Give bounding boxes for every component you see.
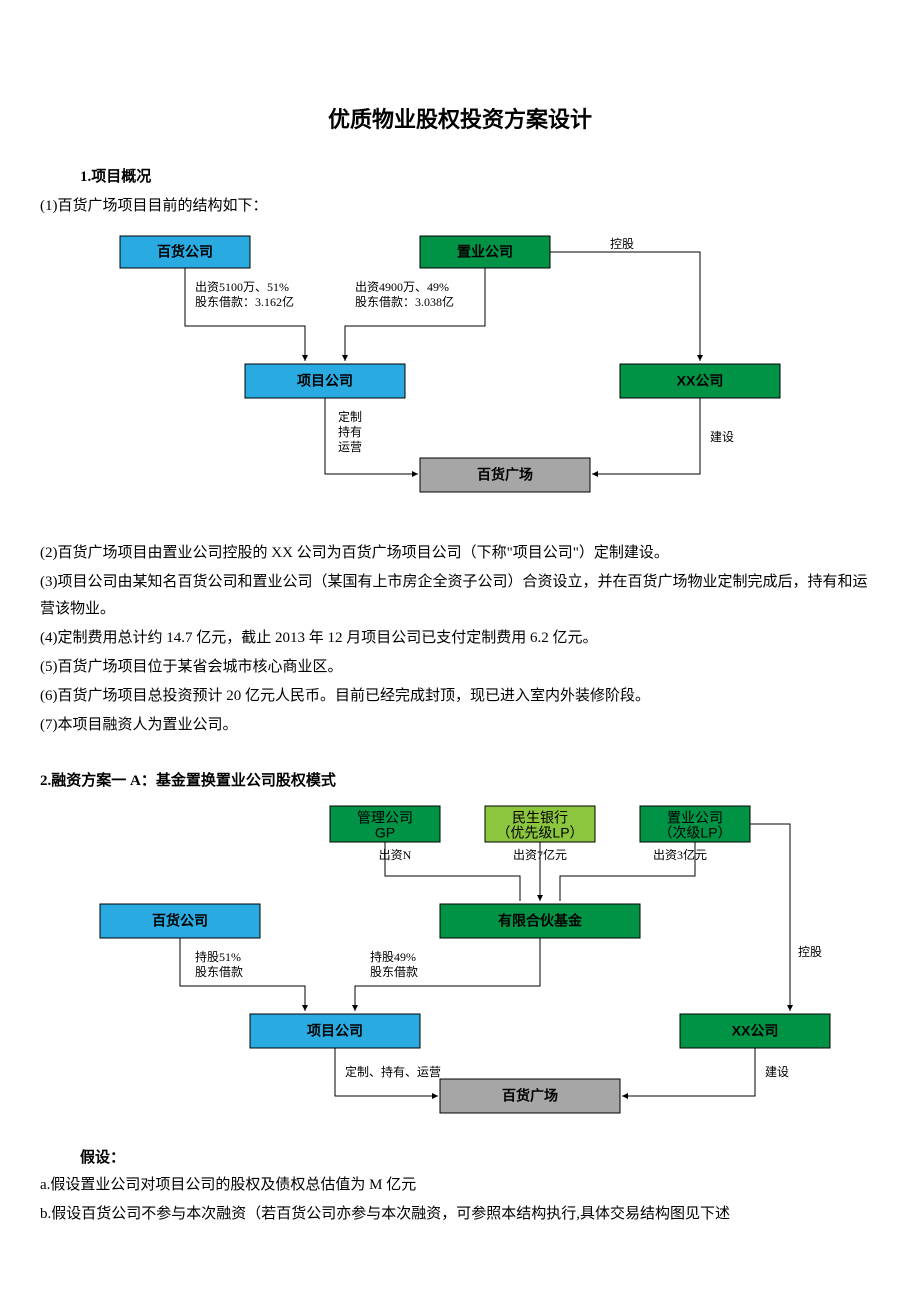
label-guanli-gp-1: 管理公司 bbox=[357, 809, 413, 825]
section2-heading: 2.融资方案一 A：基金置换置业公司股权模式 bbox=[40, 768, 880, 795]
p4: (4)定制费用总计约 14.7 亿元，截止 2013 年 12 月项目公司已支付… bbox=[40, 625, 880, 652]
assume-a: a.假设置业公司对项目公司的股权及债权总估值为 M 亿元 bbox=[40, 1172, 880, 1199]
section1-intro: (1)百货广场项目目前的结构如下： bbox=[40, 193, 880, 220]
lbl-49-a: 出资4900万、49% bbox=[355, 280, 449, 294]
lbl-dcy: 定制、持有、运营 bbox=[345, 1064, 441, 1079]
lbl-dingzhi: 定制 bbox=[338, 409, 362, 424]
lbl-konggu-1: 控股 bbox=[610, 237, 634, 251]
p5: (5)百货广场项目位于某省会城市核心商业区。 bbox=[40, 654, 880, 681]
label-baihuo-gongsi: 百货公司 bbox=[157, 243, 213, 259]
lbl-51b: 股东借款 bbox=[195, 965, 243, 979]
label-baihuo-guangchang-2: 百货广场 bbox=[502, 1087, 558, 1103]
lbl-jianshe-1: 建设 bbox=[710, 430, 734, 444]
label-xx-gongsi-2: XX公司 bbox=[732, 1022, 779, 1038]
lbl-49: 持股49% bbox=[370, 949, 416, 964]
diagram-1: 百货公司 置业公司 出资5100万、51% 股东借款：3.162亿 出资4900… bbox=[40, 226, 880, 516]
label-xiangmu-gongsi-2: 项目公司 bbox=[307, 1022, 363, 1038]
lbl-chuzi-7: 出资7亿元 bbox=[513, 847, 567, 862]
lbl-51: 持股51% bbox=[195, 949, 241, 964]
label-zhiye-gongsi: 置业公司 bbox=[457, 243, 513, 259]
section1-heading: 1.项目概况 bbox=[80, 164, 880, 191]
p7: (7)本项目融资人为置业公司。 bbox=[40, 712, 880, 739]
lbl-49b: 股东借款 bbox=[370, 965, 418, 979]
lbl-49-b: 股东借款：3.038亿 bbox=[355, 294, 454, 309]
diagram-2: 管理公司 GP 民生银行 （优先级LP） 置业公司 （次级LP） 出资N 出资7… bbox=[40, 801, 880, 1121]
lbl-51-a: 出资5100万、51% bbox=[195, 280, 289, 294]
assume-heading: 假设： bbox=[80, 1145, 880, 1172]
label-baihuo-guangchang: 百货广场 bbox=[477, 466, 533, 482]
page-title: 优质物业股权投资方案设计 bbox=[40, 100, 880, 140]
label-zhiye-ci-1: 置业公司 bbox=[667, 809, 723, 825]
lbl-yunying: 运营 bbox=[338, 440, 362, 454]
label-minsheng-1: 民生银行 bbox=[512, 809, 568, 825]
p6: (6)百货广场项目总投资预计 20 亿元人民币。目前已经完成封顶，现已进入室内外… bbox=[40, 683, 880, 710]
label-zhiye-ci-2: （次级LP） bbox=[658, 824, 731, 840]
label-minsheng-2: （优先级LP） bbox=[496, 824, 583, 840]
lbl-chuzi-3: 出资3亿元 bbox=[653, 847, 707, 862]
lbl-51-b: 股东借款：3.162亿 bbox=[195, 294, 294, 309]
label-xiangmu-gongsi: 项目公司 bbox=[297, 372, 353, 388]
p2: (2)百货广场项目由置业公司控股的 XX 公司为百货广场项目公司（下称"项目公司… bbox=[40, 540, 880, 567]
label-xx-gongsi: XX公司 bbox=[677, 372, 724, 388]
label-hehuo-jijin: 有限合伙基金 bbox=[498, 912, 583, 928]
label-baihuo-gongsi-2: 百货公司 bbox=[152, 912, 208, 928]
lbl-jianshe-2: 建设 bbox=[765, 1065, 789, 1079]
lbl-chiyou: 持有 bbox=[338, 424, 362, 439]
assume-b: b.假设百货公司不参与本次融资（若百货公司亦参与本次融资，可参照本结构执行,具体… bbox=[40, 1201, 880, 1228]
lbl-chuzi-n: 出资N bbox=[379, 848, 412, 862]
label-guanli-gp-2: GP bbox=[375, 824, 395, 840]
lbl-konggu-2: 控股 bbox=[798, 945, 822, 959]
p3: (3)项目公司由某知名百货公司和置业公司（某国有上市房企全资子公司）合资设立，并… bbox=[40, 569, 880, 623]
